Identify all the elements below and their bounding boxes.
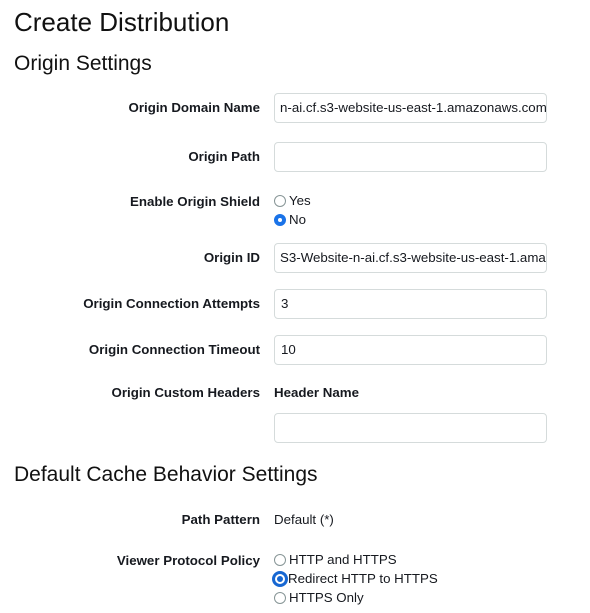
radio-label-origin-shield-yes: Yes: [289, 193, 311, 208]
origin-connection-attempts-input[interactable]: 3: [274, 289, 547, 319]
viewer-protocol-policy-label: Viewer Protocol Policy: [116, 553, 260, 568]
radio-label-redirect-http-to-https: Redirect HTTP to HTTPS: [288, 571, 438, 586]
origin-custom-header-name-input[interactable]: [274, 413, 547, 443]
origin-path-label: Origin Path: [188, 149, 260, 164]
origin-id-label: Origin ID: [203, 250, 260, 265]
origin-settings-heading: Origin Settings: [14, 52, 152, 75]
default-cache-behavior-heading: Default Cache Behavior Settings: [14, 463, 318, 486]
origin-connection-attempts-value: 3: [281, 296, 289, 311]
viewer-protocol-policy-radio-group[interactable]: HTTP and HTTPS Redirect HTTP to HTTPS HT…: [272, 550, 438, 607]
origin-custom-headers-label: Origin Custom Headers: [111, 385, 260, 400]
radio-option-redirect-http-to-https[interactable]: Redirect HTTP to HTTPS: [272, 569, 438, 588]
path-pattern-label: Path Pattern: [181, 512, 260, 527]
origin-id-input[interactable]: S3-Website-n-ai.cf.s3-website-us-east-1.…: [274, 243, 547, 273]
radio-icon-checked-focused[interactable]: [272, 570, 288, 587]
radio-icon-unchecked[interactable]: [274, 194, 286, 207]
radio-icon-checked[interactable]: [274, 213, 286, 226]
enable-origin-shield-label: Enable Origin Shield: [129, 194, 260, 209]
radio-option-https-only[interactable]: HTTPS Only: [274, 588, 438, 607]
radio-label-http-and-https: HTTP and HTTPS: [289, 552, 397, 567]
radio-icon-unchecked[interactable]: [274, 591, 286, 604]
page-title: Create Distribution: [14, 7, 230, 37]
radio-option-http-and-https[interactable]: HTTP and HTTPS: [274, 550, 438, 569]
enable-origin-shield-radio-group[interactable]: Yes No: [274, 191, 311, 229]
radio-icon-unchecked[interactable]: [274, 553, 286, 566]
origin-domain-name-label: Origin Domain Name: [128, 100, 260, 115]
path-pattern-value: Default (*): [274, 512, 334, 527]
radio-option-origin-shield-yes[interactable]: Yes: [274, 191, 311, 210]
origin-connection-attempts-label: Origin Connection Attempts: [83, 296, 260, 311]
origin-domain-name-value: n-ai.cf.s3-website-us-east-1.amazonaws.c…: [280, 100, 547, 115]
origin-domain-name-input[interactable]: n-ai.cf.s3-website-us-east-1.amazonaws.c…: [274, 93, 547, 123]
create-distribution-form: Create Distribution Origin Settings Orig…: [0, 0, 590, 613]
origin-connection-timeout-value: 10: [281, 342, 296, 357]
radio-option-origin-shield-no[interactable]: No: [274, 210, 311, 229]
radio-label-https-only: HTTPS Only: [289, 590, 364, 605]
origin-id-value: S3-Website-n-ai.cf.s3-website-us-east-1.…: [280, 250, 546, 265]
origin-custom-headers-column-header: Header Name: [274, 385, 359, 400]
origin-connection-timeout-input[interactable]: 10: [274, 335, 547, 365]
radio-label-origin-shield-no: No: [289, 212, 306, 227]
origin-path-input[interactable]: [274, 142, 547, 172]
origin-connection-timeout-label: Origin Connection Timeout: [88, 342, 260, 357]
